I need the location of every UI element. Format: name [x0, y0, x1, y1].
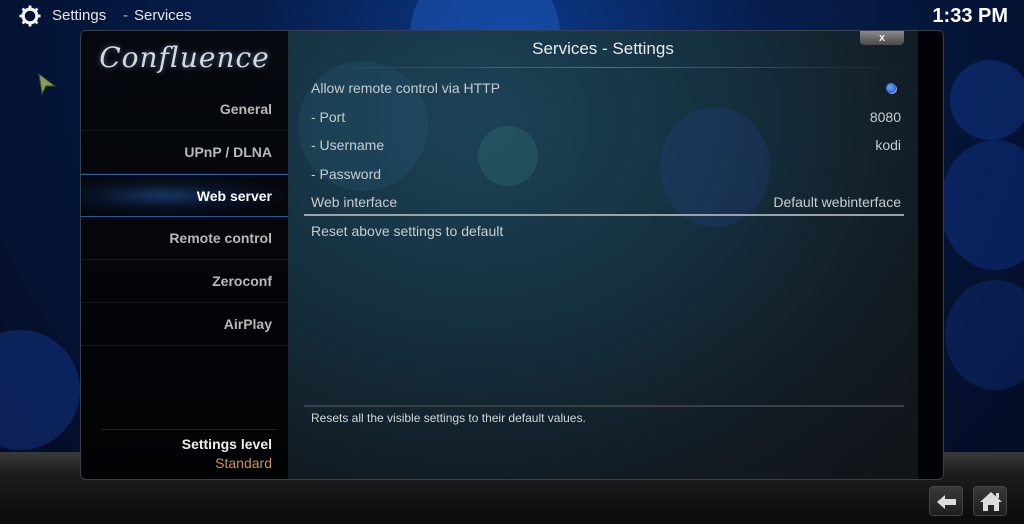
setting-value: 8080 [869, 109, 901, 125]
settings-dialog: Confluence General UPnP / DLNA Web serve… [80, 30, 944, 480]
background-bokeh [950, 60, 1024, 140]
setting-label: Reset above settings to default [311, 223, 504, 239]
sidebar: Confluence General UPnP / DLNA Web serve… [81, 31, 288, 479]
setting-port[interactable]: - Port 8080 [304, 103, 904, 131]
reset-settings-button[interactable]: Reset above settings to default [304, 217, 904, 245]
background-bokeh [0, 330, 80, 450]
setting-allow-remote-control-http[interactable]: Allow remote control via HTTP [304, 74, 904, 102]
setting-label: - Password [311, 166, 382, 182]
sidebar-item-web-server[interactable]: Web server [81, 174, 288, 217]
settings-level-button[interactable]: Settings level [182, 436, 272, 452]
setting-label: - Port [311, 109, 346, 125]
breadcrumb-root: Settings [52, 7, 107, 24]
background-bokeh [940, 140, 1024, 270]
setting-username[interactable]: - Username kodi [304, 131, 904, 159]
breadcrumb-current: Services [134, 7, 192, 24]
back-arrow-icon [937, 495, 956, 509]
sidebar-item-general[interactable]: General [81, 88, 288, 131]
sidebar-item-airplay[interactable]: AirPlay [81, 303, 288, 346]
setting-label: - Username [311, 137, 385, 153]
background-bokeh [945, 280, 1024, 390]
sidebar-item-zeroconf[interactable]: Zeroconf [81, 260, 288, 303]
setting-description: Resets all the visible settings to their… [311, 411, 586, 425]
toggle-on-icon[interactable] [886, 83, 896, 93]
gear-icon [19, 5, 41, 27]
close-button[interactable]: x [860, 31, 904, 45]
sidebar-item-upnp-dlna[interactable]: UPnP / DLNA [81, 131, 288, 174]
setting-web-interface[interactable]: Web interface Default webinterface [304, 188, 904, 216]
dialog-title: Services - Settings [532, 39, 674, 58]
divider [298, 67, 908, 68]
setting-password[interactable]: - Password [304, 160, 904, 188]
home-icon [980, 492, 1002, 511]
home-button[interactable] [973, 486, 1007, 516]
setting-label: Web interface [311, 194, 398, 210]
mouse-pointer-icon [38, 72, 57, 96]
settings-level-value: Standard [215, 455, 272, 471]
divider [101, 429, 278, 430]
divider [304, 405, 904, 407]
breadcrumb-separator: - [123, 7, 128, 24]
sidebar-item-remote-control[interactable]: Remote control [81, 217, 288, 260]
back-button[interactable] [929, 486, 963, 516]
confluence-logo: Confluence [99, 41, 270, 74]
settings-panel: Services - Settings Allow remote control… [288, 31, 918, 479]
top-bar: Settings - Services 1:33 PM [0, 0, 1024, 32]
clock: 1:33 PM [932, 5, 1008, 27]
setting-value: Default webinterface [773, 194, 901, 210]
setting-label: Allow remote control via HTTP [311, 80, 501, 96]
setting-value: kodi [875, 137, 901, 153]
dialog-edge [918, 31, 943, 479]
